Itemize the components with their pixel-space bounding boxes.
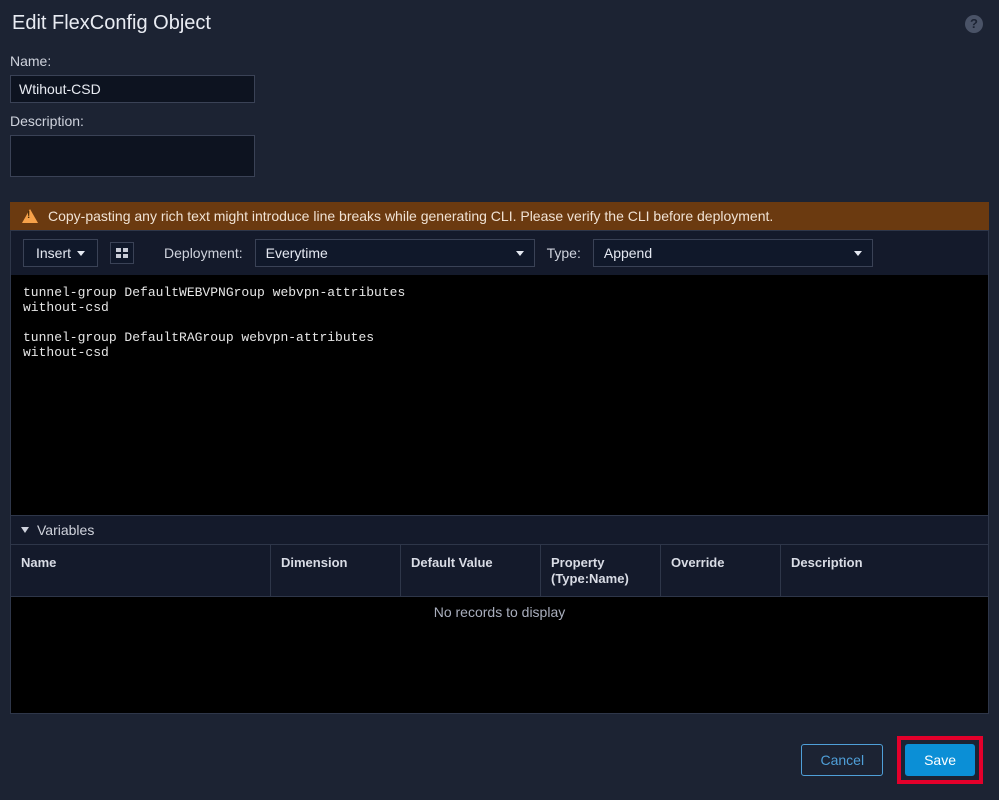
warning-icon [22,209,38,223]
dialog-title: Edit FlexConfig Object [12,12,211,35]
variables-section-label: Variables [37,522,94,538]
name-input[interactable] [10,75,255,103]
col-default-value: Default Value [401,545,541,596]
name-field: Name: [10,53,989,103]
description-input[interactable] [10,135,255,177]
edit-flexconfig-dialog: Edit FlexConfig Object ? Name: Descripti… [0,0,999,800]
cancel-button[interactable]: Cancel [801,744,883,776]
insert-button-label: Insert [36,245,71,261]
dialog-footer: Cancel Save [0,714,999,800]
save-button-highlight: Save [897,736,983,784]
deployment-select[interactable]: Everytime [255,239,535,267]
variables-table: Name Dimension Default Value Property (T… [11,544,988,713]
warning-text: Copy-pasting any rich text might introdu… [48,208,773,224]
type-select[interactable]: Append [593,239,873,267]
save-button[interactable]: Save [905,744,975,776]
editor-panel: Insert Deployment: Everytime Type: Appen… [10,230,989,714]
type-label: Type: [547,245,581,261]
warning-bar: Copy-pasting any rich text might introdu… [10,202,989,230]
col-property: Property (Type:Name) [541,545,661,596]
dialog-titlebar: Edit FlexConfig Object ? [0,0,999,53]
variables-section-toggle[interactable]: Variables [11,515,988,544]
grid-icon [116,248,128,258]
col-name: Name [11,545,271,596]
variables-empty-message: No records to display [11,596,988,627]
col-description: Description [781,545,991,596]
variables-table-header: Name Dimension Default Value Property (T… [11,545,988,596]
type-value: Append [604,245,652,261]
col-dimension: Dimension [271,545,401,596]
deployment-value: Everytime [266,245,328,261]
insert-button[interactable]: Insert [23,239,98,267]
deployment-label: Deployment: [164,245,243,261]
editor-toolbar: Insert Deployment: Everytime Type: Appen… [11,231,988,275]
col-override: Override [661,545,781,596]
description-field: Description: [10,113,989,182]
chevron-down-icon [516,251,524,256]
description-label: Description: [10,113,989,129]
variables-table-body [11,627,988,713]
chevron-down-icon [77,251,85,256]
chevron-down-icon [21,527,29,533]
name-label: Name: [10,53,989,69]
help-icon[interactable]: ? [965,15,983,33]
cli-editor[interactable]: tunnel-group DefaultWEBVPNGroup webvpn-a… [11,275,988,515]
chevron-down-icon [854,251,862,256]
variable-picker-button[interactable] [110,242,134,264]
